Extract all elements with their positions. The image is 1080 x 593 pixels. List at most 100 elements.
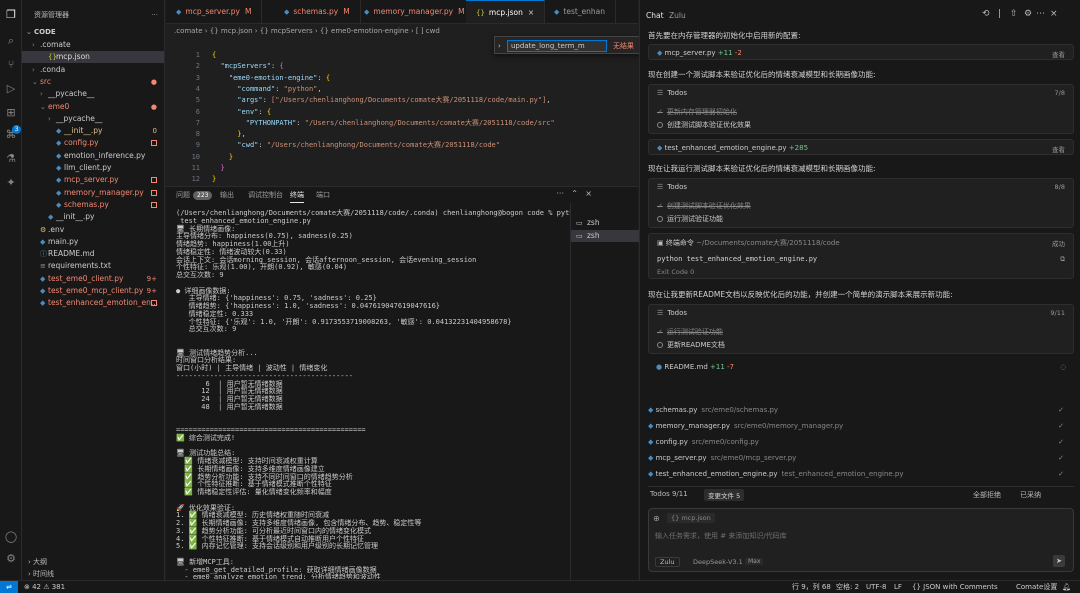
- testing-icon[interactable]: ⚗: [4, 152, 18, 166]
- breadcrumb[interactable]: .comate › {} mcp.json › {} mcpServers › …: [174, 24, 440, 38]
- pin-icon[interactable]: ⇧: [1010, 9, 1018, 19]
- more-icon[interactable]: ⋯: [1036, 9, 1045, 19]
- tree-item[interactable]: ≡ requirements.txt: [22, 260, 164, 272]
- tree-item[interactable]: › .comate: [22, 39, 164, 51]
- tree-item[interactable]: ⌄ eme0 ●: [22, 101, 164, 113]
- tab-zulu[interactable]: Zulu: [669, 0, 686, 28]
- tree-item[interactable]: ◆ schemas.py: [22, 199, 164, 211]
- workspace-root[interactable]: ⌄ CODE: [22, 26, 164, 38]
- code-line: 2 "mcpServers": {: [166, 61, 284, 71]
- panel-tab[interactable]: 终端: [290, 187, 304, 203]
- panel-tab[interactable]: 调试控制台: [248, 187, 283, 203]
- extensions-icon[interactable]: ⊞: [4, 106, 18, 120]
- problems-status[interactable]: ⊗ 42 ⚠ 381: [24, 581, 65, 593]
- terminal-instance[interactable]: ▭ zsh: [571, 217, 639, 229]
- comate-icon[interactable]: ✦: [4, 176, 18, 190]
- tree-item[interactable]: ⓘREADME.md: [22, 248, 164, 260]
- tree-item[interactable]: ◆ test_eme0_client.py 9+: [22, 273, 164, 285]
- context-chip[interactable]: {} mcp.json: [667, 513, 715, 523]
- settings-icon[interactable]: ⚙: [1024, 9, 1032, 19]
- toggle-replace-icon[interactable]: ›: [498, 40, 501, 52]
- todos-summary[interactable]: Todos 9/11: [650, 490, 688, 498]
- chat-input-box[interactable]: ⊕ {} mcp.json 输入任务需求，使用 # 来添加知识/代码库 Zulu…: [648, 508, 1074, 572]
- changed-file-row[interactable]: ◆ mcp_server.py src/eme0/mcp_server.py ✓: [648, 450, 1068, 466]
- changed-files-badge[interactable]: 变更文件 5: [704, 489, 745, 501]
- terminal-instance[interactable]: ▭ zsh: [571, 230, 639, 242]
- chevron-down-icon: ⌄: [26, 28, 32, 36]
- remote-indicator-icon[interactable]: ⇌: [0, 581, 18, 593]
- editor-tab[interactable]: ◆ mcp_server.py M: [166, 0, 263, 23]
- model-selector[interactable]: DeepSeek-V3.1: [693, 558, 743, 566]
- close-icon[interactable]: ×: [1050, 9, 1058, 19]
- python-file-icon: ◆: [657, 49, 663, 57]
- todos-title: Todos: [667, 183, 688, 191]
- find-input[interactable]: update_long_term_m: [507, 40, 607, 52]
- tree-item[interactable]: ◆ emotion_inference.py: [22, 150, 164, 162]
- tree-item[interactable]: ◆ test_eme0_mcp_client.py 9+: [22, 285, 164, 297]
- file-change-card[interactable]: ◆ mcp_server.py +11 -2 查看: [648, 44, 1074, 60]
- tree-item[interactable]: ◆ memory_manager.py: [22, 187, 164, 199]
- language-mode[interactable]: {} JSON with Comments: [912, 581, 998, 593]
- search-icon[interactable]: ⌕: [4, 34, 18, 48]
- attach-icon[interactable]: ⊕: [653, 514, 660, 523]
- eol-status[interactable]: LF: [894, 581, 902, 593]
- tree-item[interactable]: › __pycache__: [22, 113, 164, 125]
- code-line: 3 "eme0-emotion-engine": {: [166, 73, 330, 83]
- mode-selector[interactable]: Zulu: [655, 557, 680, 567]
- tree-item[interactable]: › __pycache__: [22, 88, 164, 100]
- tree-item[interactable]: ⚙ .env: [22, 224, 164, 236]
- tab-chat[interactable]: Chat: [646, 0, 664, 28]
- tree-item[interactable]: ⌄ src ●: [22, 76, 164, 88]
- account-icon[interactable]: ◯: [4, 530, 18, 544]
- panel-tab[interactable]: 端口: [316, 187, 330, 203]
- file-change-card[interactable]: ● README.md +11 -7 ◌: [648, 360, 1074, 376]
- cursor-position[interactable]: 行 9，列 68: [792, 581, 831, 593]
- terminal-output[interactable]: (/Users/chenlianghong/Documents/comate大赛…: [176, 209, 570, 579]
- copy-command-icon[interactable]: ⧉: [1060, 255, 1065, 264]
- tree-item[interactable]: › .conda: [22, 64, 164, 76]
- tree-item-label: README.md: [48, 249, 95, 259]
- editor-tab[interactable]: ◆ test_enhan: [544, 0, 617, 23]
- tree-item[interactable]: ◆ config.py: [22, 137, 164, 149]
- tree-item[interactable]: ◆ __init__.py: [22, 211, 164, 223]
- notifications-bell-icon[interactable]: 🔔︎: [1062, 581, 1071, 593]
- timeline-section[interactable]: › 时间线: [22, 568, 164, 580]
- source-control-icon[interactable]: ⑂: [4, 58, 18, 72]
- tree-item[interactable]: ◆ mcp_server.py: [22, 174, 164, 186]
- explorer-icon[interactable]: ❐: [4, 8, 18, 22]
- changed-file-path: src/eme0/memory_manager.py: [734, 422, 844, 430]
- editor-tab[interactable]: ◆ schemas.py M: [274, 0, 361, 23]
- changed-file-row[interactable]: ◆ memory_manager.py src/eme0/memory_manag…: [648, 418, 1068, 434]
- accept-button[interactable]: 已采纳: [1020, 490, 1041, 500]
- editor-tab[interactable]: {} mcp.json ×: [466, 0, 546, 23]
- view-button[interactable]: 查看: [1052, 144, 1065, 154]
- tree-item[interactable]: {}mcp.json: [22, 51, 164, 64]
- panel-tab[interactable]: 输出: [220, 187, 234, 203]
- outline-section[interactable]: › 大纲: [22, 556, 164, 568]
- send-button[interactable]: ➤: [1053, 555, 1065, 567]
- editor-tab[interactable]: ◆ memory_manager.py M: [354, 0, 476, 23]
- chevron-down-icon: ⌄: [40, 102, 46, 111]
- encoding-status[interactable]: UTF-8: [866, 581, 886, 593]
- tree-item[interactable]: ◆ __init__.py 0: [22, 125, 164, 137]
- changed-file-row[interactable]: ◆ config.py src/eme0/config.py ✓: [648, 434, 1068, 450]
- history-icon[interactable]: ⟲: [982, 9, 990, 19]
- tree-item[interactable]: ◆ test_enhanced_emotion_en...: [22, 297, 164, 309]
- close-tab-icon[interactable]: ×: [528, 8, 534, 17]
- file-change-card[interactable]: ◆ test_enhanced_emotion_engine.py +285 查…: [648, 139, 1074, 155]
- manage-gear-icon[interactable]: ⚙: [4, 552, 18, 566]
- maximize-panel-icon[interactable]: ⌃: [571, 189, 578, 198]
- tree-item[interactable]: ◆ llm_client.py: [22, 162, 164, 174]
- todos-count: 9/11: [1050, 309, 1065, 317]
- close-panel-icon[interactable]: ×: [585, 189, 592, 198]
- view-button[interactable]: 查看: [1052, 49, 1065, 59]
- indentation-status[interactable]: 空格: 2: [836, 581, 859, 593]
- tree-item[interactable]: ◆ main.py: [22, 236, 164, 248]
- panel-tab[interactable]: 问题 223: [176, 187, 213, 203]
- panel-more-icon[interactable]: ···: [556, 189, 564, 198]
- comate-status[interactable]: Comate设置: [1016, 581, 1057, 593]
- reject-all-button[interactable]: 全部拒绝: [973, 490, 1001, 500]
- changed-file-row[interactable]: ◆ test_enhanced_emotion_engine.py test_en…: [648, 466, 1068, 482]
- run-debug-icon[interactable]: ▷: [4, 82, 18, 96]
- changed-file-row[interactable]: ◆ schemas.py src/eme0/schemas.py ✓: [648, 402, 1068, 418]
